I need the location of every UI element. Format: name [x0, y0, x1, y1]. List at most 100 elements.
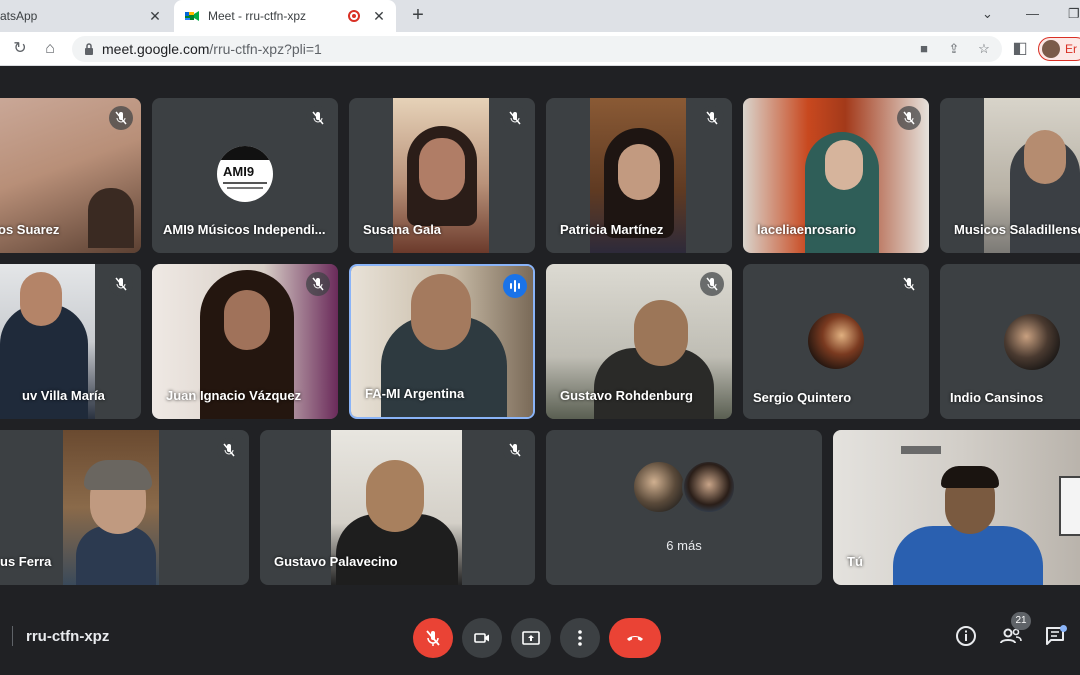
muted-mic-icon — [503, 106, 527, 130]
reload-icon[interactable]: ↻ — [10, 39, 30, 59]
meeting-code: rru-ctfn-xpz — [26, 628, 110, 645]
muted-mic-icon — [109, 106, 133, 130]
participant-avatar — [1004, 314, 1060, 370]
wall-frame — [901, 446, 941, 454]
camera-toggle-button[interactable] — [462, 618, 502, 658]
avatar — [1042, 40, 1060, 58]
participant-tile[interactable]: Sergio Quintero — [743, 264, 929, 419]
person-silhouette — [76, 526, 156, 585]
participant-tile[interactable]: uv Villa María — [0, 264, 141, 419]
muted-mic-icon — [503, 438, 527, 462]
participant-tile[interactable]: Indio Cansinos — [940, 264, 1080, 419]
participant-name: laceliaenrosario — [757, 222, 856, 237]
new-tab-button[interactable]: + — [406, 4, 430, 28]
more-options-button[interactable] — [560, 618, 600, 658]
more-vert-icon — [578, 630, 582, 646]
close-icon[interactable]: ✕ — [370, 8, 388, 25]
participant-tile[interactable]: AMI9 AMI9 Músicos Independi... — [152, 98, 338, 253]
participant-name: Sergio Quintero — [753, 390, 852, 405]
lock-icon — [85, 43, 93, 55]
participant-name: Gustavo Palavecino — [274, 554, 398, 569]
participant-name: os Suarez — [0, 222, 60, 237]
more-participants-tile[interactable]: 6 más — [546, 430, 822, 585]
home-icon[interactable]: ⌂ — [40, 39, 60, 59]
side-panel-icon[interactable]: ◧ — [1010, 39, 1030, 59]
participant-tile[interactable]: Patricia Martínez — [546, 98, 732, 253]
muted-mic-icon — [897, 106, 921, 130]
participant-tile[interactable]: laceliaenrosario — [743, 98, 929, 253]
restore-icon[interactable]: ❐ — [1068, 6, 1080, 22]
browser-toolbar: ↻ ⌂ meet.google.com/rru-ctfn-xpz?pli=1 ■… — [0, 32, 1080, 66]
bookmark-star-icon[interactable]: ☆ — [976, 41, 992, 57]
participant-name: uv Villa María — [22, 388, 105, 403]
share-icon[interactable]: ⇪ — [946, 41, 962, 57]
self-view-tile[interactable]: Tú — [833, 430, 1080, 585]
participant-tile[interactable]: Susana Gala — [349, 98, 535, 253]
participant-logo: AMI9 — [217, 146, 273, 202]
person-silhouette — [893, 526, 1043, 585]
present-screen-button[interactable] — [511, 618, 551, 658]
participant-name: Indio Cansinos — [950, 390, 1044, 405]
divider — [12, 626, 13, 646]
participant-tile-speaking[interactable]: FA-MI Argentina — [349, 264, 535, 419]
wall-frame — [1059, 476, 1080, 536]
address-bar[interactable]: meet.google.com/rru-ctfn-xpz?pli=1 ■ ⇪ ☆ — [72, 36, 1002, 62]
person-silhouette — [88, 188, 134, 248]
participant-name: AMI9 Músicos Independi... — [163, 222, 326, 237]
participant-tile[interactable]: Gustavo Rohdenburg — [546, 264, 732, 419]
muted-mic-icon — [109, 272, 133, 296]
tab-title: Meet - rru-ctfn-xpz — [208, 9, 307, 23]
present-to-all-icon — [522, 631, 540, 645]
person-face — [634, 300, 688, 366]
participant-name: Musicos Saladillense — [954, 222, 1080, 237]
tab-whatsapp[interactable]: atsApp ✕ — [0, 0, 172, 32]
tab-meet[interactable]: Meet - rru-ctfn-xpz ✕ — [174, 0, 396, 32]
muted-mic-icon — [700, 272, 724, 296]
recording-icon — [348, 10, 360, 22]
meeting-details-info-icon[interactable] — [954, 624, 978, 648]
videocam-icon — [474, 633, 489, 643]
url-text: meet.google.com/rru-ctfn-xpz?pli=1 — [102, 41, 322, 57]
speaking-indicator-icon — [503, 274, 527, 298]
close-icon[interactable]: ✕ — [146, 8, 164, 25]
person-face — [825, 140, 863, 190]
participant-name: Susana Gala — [363, 222, 442, 237]
meet-favicon-icon — [184, 8, 200, 24]
muted-mic-icon — [700, 106, 724, 130]
person-face — [618, 144, 660, 200]
participant-name: Gustavo Rohdenburg — [560, 388, 693, 403]
person-hair — [941, 466, 999, 488]
muted-mic-icon — [306, 272, 330, 296]
participant-tile[interactable]: os Suarez — [0, 98, 141, 253]
participant-avatar — [682, 460, 736, 514]
url-path: /rru-ctfn-xpz?pli=1 — [209, 41, 322, 57]
participant-tile[interactable]: Musicos Saladillense — [940, 98, 1080, 253]
participant-name: Tú — [847, 554, 863, 569]
person-face — [411, 274, 471, 350]
muted-mic-icon — [217, 438, 241, 462]
camera-icon[interactable]: ■ — [916, 41, 932, 57]
participant-tile[interactable]: Gustavo Palavecino — [260, 430, 535, 585]
profile-name: Er — [1065, 42, 1077, 56]
participant-name: Patricia Martínez — [560, 222, 664, 237]
chat-notification-dot — [1060, 625, 1067, 632]
microphone-toggle-button[interactable] — [413, 618, 453, 658]
participant-count-badge: 21 — [1011, 612, 1031, 630]
browser-tab-bar: atsApp ✕ Meet - rru-ctfn-xpz ✕ + ⌄ — ❐ — [0, 0, 1080, 32]
leave-call-button[interactable] — [609, 618, 661, 658]
person-face — [366, 460, 424, 532]
minimize-icon[interactable]: — — [1026, 6, 1039, 21]
more-participants-label: 6 más — [666, 538, 702, 553]
muted-mic-icon — [306, 106, 330, 130]
call-end-icon — [627, 636, 643, 641]
profile-button[interactable]: Er — [1038, 37, 1080, 61]
participant-avatar — [632, 460, 686, 514]
muted-mic-icon — [897, 272, 921, 296]
participant-name: FA-MI Argentina — [365, 386, 465, 401]
person-hair — [84, 460, 152, 490]
participant-name: us Ferra — [0, 554, 52, 569]
participant-tile[interactable]: Juan Ignacio Vázquez — [152, 264, 338, 419]
participant-tile[interactable]: us Ferra — [0, 430, 249, 585]
mic-off-icon — [426, 630, 440, 646]
tab-search-icon[interactable]: ⌄ — [982, 6, 993, 22]
